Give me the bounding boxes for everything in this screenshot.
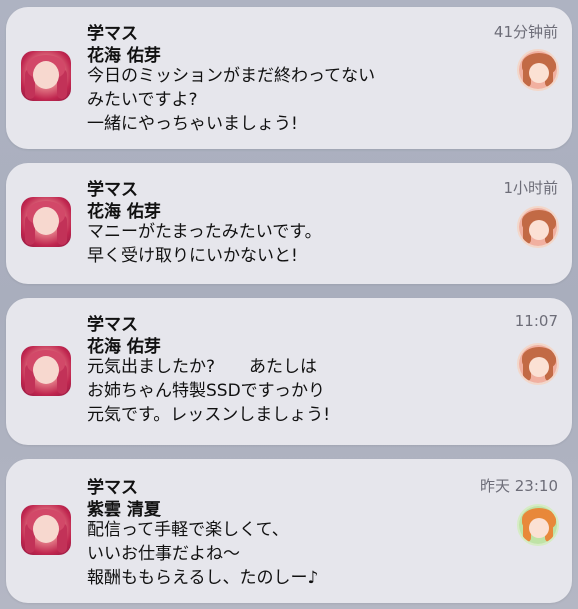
sender-name: 花海 佑芽	[87, 337, 161, 357]
message-line: 今日のミッションがまだ終わってない	[87, 66, 376, 86]
notification-card-4[interactable]: 学マス 昨天 23:10 紫雲 清夏 配信って手軽で楽しくて、 いいお仕事だよね…	[6, 459, 572, 603]
sender-name: 花海 佑芽	[87, 202, 161, 222]
notification-card-1[interactable]: 学マス 41分钟前 花海 佑芽 今日のミッションがまだ終わってない みたいですよ…	[6, 7, 572, 149]
message-line: マニーがたまったみたいです。	[87, 222, 322, 242]
message-line: 一緒にやっちゃいましょう!	[87, 114, 298, 134]
message-line: 早く受け取りにいかないと!	[87, 246, 298, 266]
message-line: 元気出ましたか? あたしは	[87, 357, 318, 377]
avatar	[517, 504, 559, 546]
timestamp: 昨天 23:10	[480, 477, 558, 495]
sender-name: 紫雲 清夏	[87, 500, 161, 520]
message-line: 元気です。レッスンしましょう!	[87, 405, 331, 425]
app-icon	[21, 505, 71, 555]
notification-card-3[interactable]: 学マス 11:07 花海 佑芽 元気出ましたか? あたしは お姉ちゃん特製SSD…	[6, 298, 572, 445]
avatar	[517, 343, 559, 385]
message-line: みたいですよ?	[87, 90, 198, 110]
avatar	[517, 206, 559, 248]
message-line: お姉ちゃん特製SSDですっかり	[87, 381, 325, 401]
app-icon	[21, 197, 71, 247]
message-line: いいお仕事だよね〜	[87, 544, 240, 564]
message-line: 配信って手軽で楽しくて、	[87, 520, 289, 540]
avatar	[517, 49, 559, 91]
timestamp: 41分钟前	[493, 23, 558, 41]
app-icon	[21, 51, 71, 101]
message-line: 報酬ももらえるし、たのしー♪	[87, 568, 319, 588]
timestamp: 1小时前	[503, 179, 558, 197]
timestamp: 11:07	[514, 312, 558, 330]
app-icon	[21, 346, 71, 396]
notification-card-2[interactable]: 学マス 1小时前 花海 佑芽 マニーがたまったみたいです。 早く受け取りにいかな…	[6, 163, 572, 284]
sender-name: 花海 佑芽	[87, 46, 161, 66]
